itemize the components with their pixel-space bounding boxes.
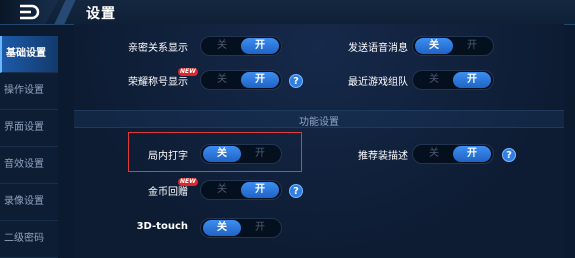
ingame-typing-setting: 局内打字 xyxy=(74,144,188,166)
toggle-on-option[interactable]: 开 xyxy=(241,72,279,88)
sidebar-item-controls[interactable]: 操作设置 xyxy=(0,73,58,110)
section-header: 功能设置 xyxy=(74,110,564,128)
sidebar-item-label: 界面设置 xyxy=(4,122,44,133)
sidebar: 基础设置 操作设置 界面设置 音效设置 录像设置 二级密码 xyxy=(0,36,58,258)
header-decoration xyxy=(54,0,76,24)
toggle-off-option[interactable]: 关 xyxy=(203,182,241,198)
honor-title-setting: 荣耀称号显示 xyxy=(74,70,188,92)
back-arrow-icon xyxy=(20,4,40,20)
toggle-on-option[interactable]: 开 xyxy=(241,220,279,236)
touch3d-label: 3D-touch xyxy=(136,221,188,232)
sidebar-item-label: 录像设置 xyxy=(4,196,44,207)
sidebar-item-sound[interactable]: 音效设置 xyxy=(0,147,58,184)
toggle-on-option[interactable]: 开 xyxy=(241,38,279,54)
toggle-on-option[interactable]: 开 xyxy=(453,38,491,54)
recent-team-setting: 最近游戏组队 xyxy=(294,70,408,92)
page-title: 设置 xyxy=(86,6,116,22)
toggle-off-option[interactable]: 关 xyxy=(415,38,453,54)
settings-panel: 亲密关系显示 关 开 发送语音消息 关 开 荣耀称号显示 NEW 关 开 ? 最… xyxy=(74,24,564,258)
sidebar-item-replay[interactable]: 录像设置 xyxy=(0,184,58,221)
toggle-on-option[interactable]: 开 xyxy=(241,146,279,162)
help-icon[interactable]: ? xyxy=(502,148,516,162)
recent-team-label: 最近游戏组队 xyxy=(348,77,408,88)
touch3d-setting: 3D-touch xyxy=(74,218,188,240)
new-badge: NEW xyxy=(178,178,198,186)
sidebar-item-label: 操作设置 xyxy=(4,85,44,96)
sidebar-item-label: 音效设置 xyxy=(4,159,44,170)
toggle-off-option[interactable]: 关 xyxy=(203,146,241,162)
touch3d-toggle[interactable]: 关 开 xyxy=(200,218,282,238)
intimacy-setting: 亲密关系显示 xyxy=(74,36,188,58)
toggle-off-option[interactable]: 关 xyxy=(415,146,453,162)
intimacy-toggle[interactable]: 关 开 xyxy=(200,36,282,56)
ingame-typing-label: 局内打字 xyxy=(148,151,188,162)
ingame-typing-toggle[interactable]: 关 开 xyxy=(200,144,282,164)
toggle-on-option[interactable]: 开 xyxy=(453,72,491,88)
top-bar: 设置 xyxy=(0,0,575,25)
toggle-off-option[interactable]: 关 xyxy=(415,72,453,88)
voice-message-setting: 发送语音消息 xyxy=(294,36,408,58)
voice-message-label: 发送语音消息 xyxy=(348,43,408,54)
sidebar-item-basic[interactable]: 基础设置 xyxy=(0,36,58,73)
back-button[interactable] xyxy=(0,0,58,24)
gold-return-toggle[interactable]: 关 开 xyxy=(200,180,282,200)
toggle-off-option[interactable]: 关 xyxy=(203,38,241,54)
sidebar-item-password[interactable]: 二级密码 xyxy=(0,221,58,258)
recent-team-toggle[interactable]: 关 开 xyxy=(412,70,494,90)
intimacy-label: 亲密关系显示 xyxy=(128,43,188,54)
voice-message-toggle[interactable]: 关 开 xyxy=(412,36,494,56)
toggle-on-option[interactable]: 开 xyxy=(241,182,279,198)
gold-return-setting: 金币回赠 xyxy=(74,180,188,202)
section-title: 功能设置 xyxy=(299,117,339,128)
toggle-off-option[interactable]: 关 xyxy=(203,220,241,236)
sidebar-item-label: 二级密码 xyxy=(4,233,44,244)
sidebar-item-label: 基础设置 xyxy=(6,48,46,59)
toggle-off-option[interactable]: 关 xyxy=(203,72,241,88)
new-badge: NEW xyxy=(178,68,198,76)
help-icon[interactable]: ? xyxy=(289,184,303,198)
recommend-gear-label: 推荐装描述 xyxy=(358,151,408,162)
sidebar-item-interface[interactable]: 界面设置 xyxy=(0,110,58,147)
honor-title-toggle[interactable]: 关 开 xyxy=(200,70,282,90)
toggle-on-option[interactable]: 开 xyxy=(453,146,491,162)
recommend-gear-toggle[interactable]: 关 开 xyxy=(412,144,494,164)
recommend-gear-setting: 推荐装描述 xyxy=(294,144,408,166)
